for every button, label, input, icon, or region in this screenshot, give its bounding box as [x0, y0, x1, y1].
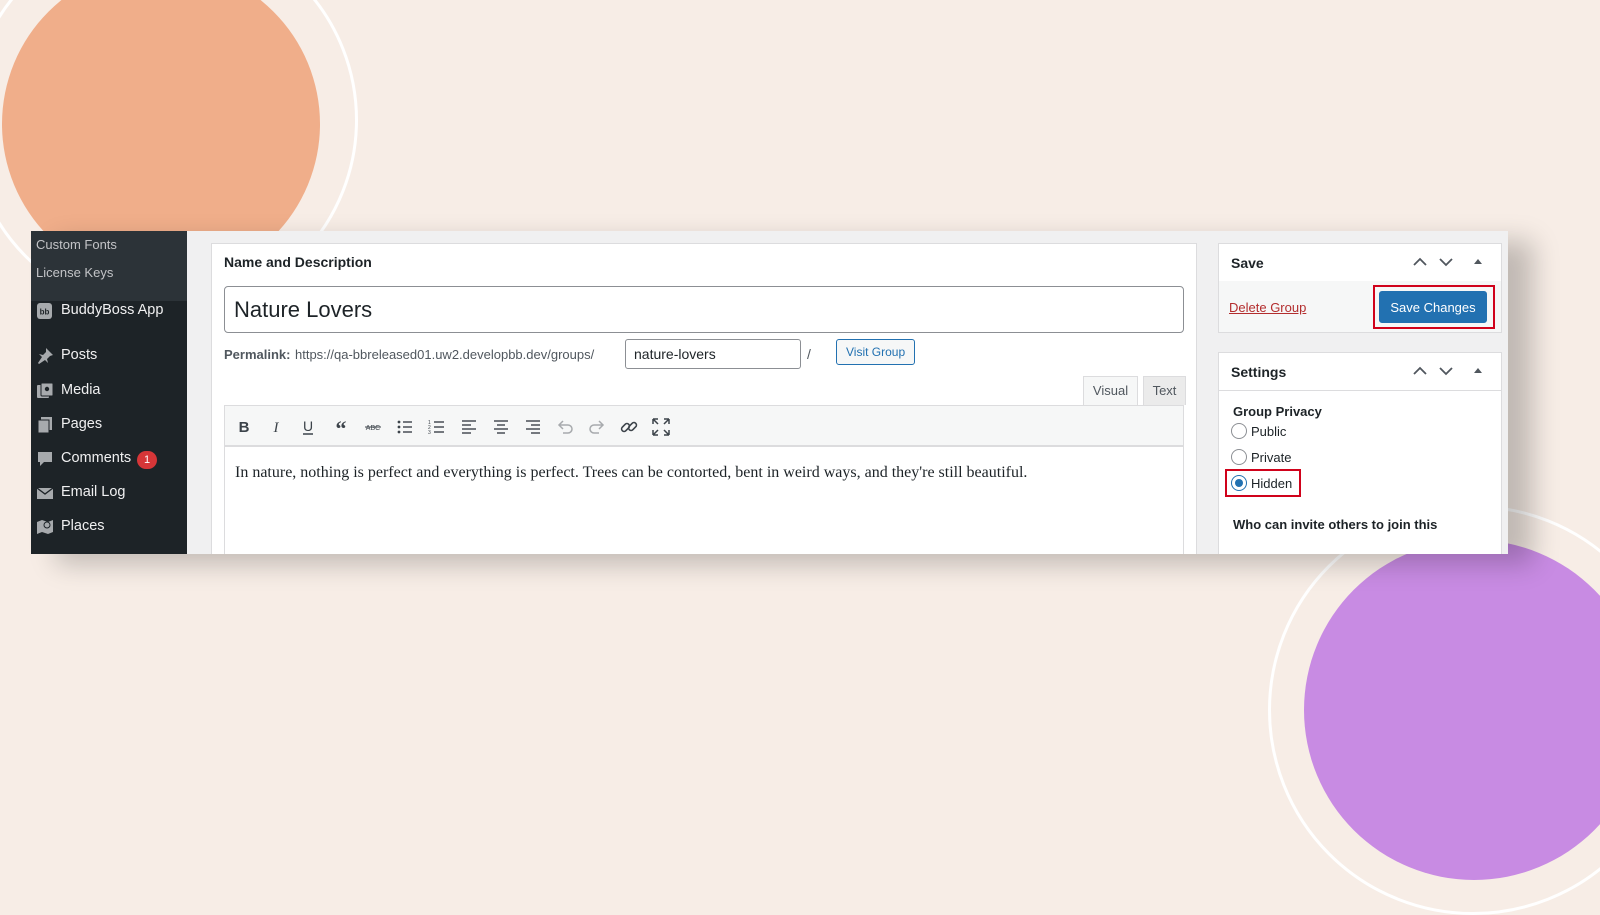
group-name-input[interactable] [224, 286, 1184, 333]
permalink-slash: / [807, 346, 811, 362]
italic-icon[interactable]: I [266, 417, 286, 437]
save-postbox-header: Save [1219, 244, 1501, 282]
fullscreen-icon[interactable] [651, 417, 671, 437]
visit-group-button[interactable]: Visit Group [836, 339, 916, 365]
tab-text[interactable]: Text [1143, 376, 1186, 405]
chevron-down-icon[interactable] [1437, 253, 1455, 271]
radio-label-public: Public [1251, 424, 1287, 439]
pin-icon [38, 348, 53, 364]
blockquote-icon[interactable]: “ [331, 417, 351, 437]
group-privacy-title: Group Privacy [1233, 404, 1322, 419]
permalink-url: https://qa-bbreleased01.uw2.developbb.de… [295, 347, 595, 362]
tab-visual[interactable]: Visual [1083, 376, 1138, 405]
collapse-triangle-icon[interactable] [1469, 253, 1487, 271]
submenu-item-license-keys[interactable]: License Keys [36, 265, 113, 280]
radio-label-private: Private [1251, 450, 1292, 465]
align-right-icon[interactable] [523, 417, 543, 437]
highlight-box [1373, 285, 1495, 329]
sidebar-item-label: Posts [61, 347, 98, 363]
radio-private[interactable] [1231, 449, 1247, 465]
slug-input[interactable] [625, 339, 801, 369]
sidebar-item-label: BuddyBoss App [61, 302, 164, 318]
sidebar-item-media[interactable]: Media [31, 376, 187, 406]
chevron-down-icon[interactable] [1437, 362, 1455, 380]
align-center-icon[interactable] [491, 417, 511, 437]
sidebar-item-buddyboss-app[interactable]: bb BuddyBoss App [31, 296, 187, 326]
decorative-ring [1268, 505, 1600, 915]
sidebar-item-label: Media [61, 382, 101, 398]
link-icon[interactable] [619, 417, 639, 437]
chevron-up-icon[interactable] [1411, 253, 1429, 271]
align-left-icon[interactable] [459, 417, 479, 437]
bulleted-list-icon[interactable] [395, 417, 415, 437]
svg-text:ABC: ABC [366, 425, 380, 432]
settings-postbox-title: Settings [1231, 364, 1287, 380]
redo-icon[interactable] [587, 417, 607, 437]
strikethrough-icon[interactable]: ABC [363, 417, 383, 437]
svg-text:3: 3 [428, 430, 431, 436]
sidebar-item-posts[interactable]: Posts [31, 341, 187, 371]
sidebar-item-label: Places [61, 518, 105, 534]
permalink-label: Permalink: [224, 347, 291, 362]
sidebar-item-label: Email Log [61, 484, 126, 500]
sidebar-item-pages[interactable]: Pages [31, 410, 187, 440]
save-postbox: Save Delete Group Save Changes [1218, 243, 1502, 333]
svg-text:I: I [273, 420, 280, 436]
sidebar-item-comments[interactable]: Comments 1 [31, 444, 187, 474]
panel-title: Name and Description [224, 254, 372, 270]
submenu-item-custom-fonts[interactable]: Custom Fonts [36, 237, 117, 252]
collapse-triangle-icon[interactable] [1469, 362, 1487, 380]
editor-toolbar: B I U “ ABC 1 2 3 [224, 405, 1184, 447]
admin-sidebar: Custom Fonts License Keys bb BuddyBoss A… [31, 231, 187, 554]
admin-window: Custom Fonts License Keys bb BuddyBoss A… [31, 231, 1508, 554]
name-and-description-panel: Name and Description Permalink: https://… [211, 243, 1197, 554]
underline-icon[interactable]: U [298, 417, 318, 437]
editor-content-area[interactable]: In nature, nothing is perfect and everyt… [224, 447, 1184, 554]
invite-permission-title: Who can invite others to join this [1233, 517, 1438, 532]
pages-icon [37, 417, 52, 434]
undo-icon[interactable] [555, 417, 575, 437]
sidebar-item-places[interactable]: Places [31, 512, 187, 542]
svg-text:U: U [303, 418, 313, 434]
radio-public[interactable] [1231, 423, 1247, 439]
sidebar-item-label: Comments [61, 450, 132, 466]
svg-text:“: “ [336, 417, 347, 437]
permalink-row: Permalink: https://qa-bbreleased01.uw2.d… [224, 339, 1184, 369]
editor-content-text: In nature, nothing is perfect and everyt… [235, 464, 1028, 481]
numbered-list-icon[interactable]: 1 2 3 [427, 417, 447, 437]
envelope-icon [36, 487, 54, 499]
comment-icon [38, 452, 52, 466]
sidebar-item-label: Pages [61, 416, 103, 432]
media-icon [37, 382, 54, 398]
save-postbox-actions: Delete Group Save Changes [1219, 281, 1501, 332]
highlight-box [1225, 469, 1301, 497]
sidebar-submenu: Custom Fonts License Keys [31, 231, 187, 301]
svg-text:bb: bb [40, 308, 50, 317]
settings-postbox: Settings Group Privacy Public Private Hi… [1218, 352, 1502, 554]
buddyboss-icon: bb [37, 303, 52, 319]
bold-icon[interactable]: B [234, 417, 254, 437]
chevron-up-icon[interactable] [1411, 362, 1429, 380]
sidebar-item-email-log[interactable]: Email Log [31, 478, 187, 508]
save-postbox-title: Save [1231, 255, 1264, 271]
map-icon [37, 520, 53, 534]
svg-text:B: B [239, 419, 250, 436]
comment-count-badge: 1 [137, 451, 157, 469]
settings-postbox-header: Settings [1219, 353, 1501, 391]
delete-group-link[interactable]: Delete Group [1229, 300, 1306, 315]
